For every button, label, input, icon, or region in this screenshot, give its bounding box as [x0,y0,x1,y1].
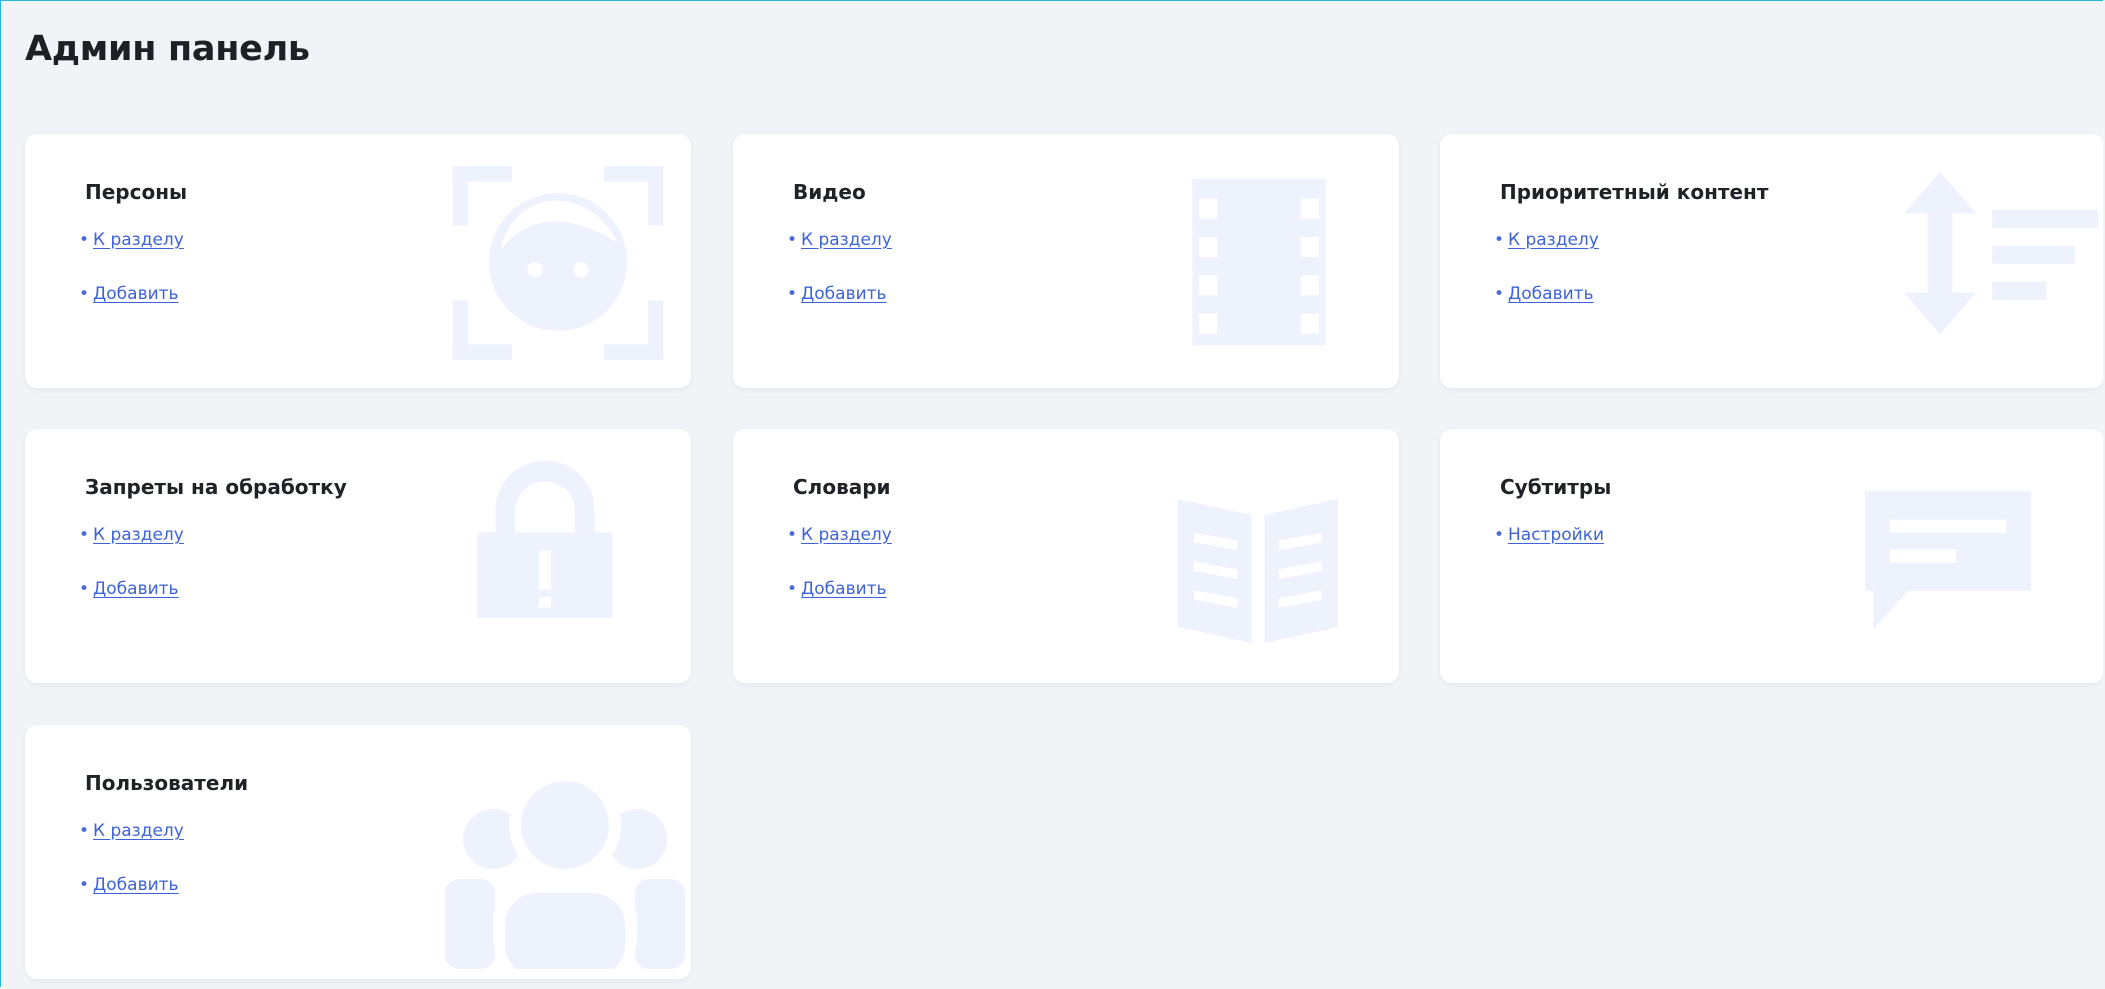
card-links: • К разделу • Добавить [79,525,184,633]
face-recognition-icon [452,166,664,360]
bullet: • [787,525,798,545]
bullet: • [1494,525,1505,545]
add-link[interactable]: Добавить [93,579,179,599]
add-link[interactable]: Добавить [93,875,179,895]
card-links: • К разделу • Добавить [79,821,184,929]
link-item: • Добавить [79,579,184,633]
bullet: • [79,284,90,304]
bullet: • [79,579,90,599]
card-links: • Настройки [1494,525,1604,579]
card-subtitles: Субтитры • Настройки [1440,429,2103,683]
go-to-section-link[interactable]: К разделу [93,821,184,841]
card-title: Пользователи [85,771,249,795]
card-links: • К разделу • Добавить [1494,230,1599,338]
card-title: Персоны [85,180,188,204]
card-links: • К разделу • Добавить [79,230,184,338]
card-links: • К разделу • Добавить [787,230,892,338]
link-item: • Добавить [787,284,892,338]
bullet: • [79,230,90,250]
settings-link[interactable]: Настройки [1508,525,1604,545]
card-dictionaries: Словари • К разделу • Добавить [733,429,1399,683]
open-book-icon [1178,499,1338,643]
go-to-section-link[interactable]: К разделу [93,230,184,250]
card-users: Пользователи • К разделу • Добавить [25,725,691,979]
bullet: • [787,284,798,304]
link-item: • Добавить [79,284,184,338]
go-to-section-link[interactable]: К разделу [93,525,184,545]
add-link[interactable]: Добавить [801,284,887,304]
card-processing-restrictions: Запреты на обработку • К разделу • Добавит… [25,429,691,683]
add-link[interactable]: Добавить [1508,284,1594,304]
link-item: • К разделу [787,230,892,284]
card-title: Приоритетный контент [1500,180,1769,204]
bullet: • [79,875,90,895]
card-title: Субтитры [1500,475,1612,499]
bullet: • [1494,284,1505,304]
add-link[interactable]: Добавить [93,284,179,304]
go-to-section-link[interactable]: К разделу [801,230,892,250]
bullet: • [79,525,90,545]
lock-icon [477,460,613,618]
card-persons: Персоны • К разделу • Добавить [25,134,691,388]
page-title: Админ панель [25,29,310,69]
link-item: • Добавить [79,875,184,929]
card-title: Словари [793,475,891,499]
card-priority-content: Приоритетный контент • К разделу • Добавит… [1440,134,2103,388]
subtitles-chat-icon [1865,491,2031,630]
link-item: • Добавить [787,579,892,633]
go-to-section-link[interactable]: К разделу [801,525,892,545]
link-item: • К разделу [79,525,184,579]
card-links: • К разделу • Добавить [787,525,892,633]
link-item: • Настройки [1494,525,1604,579]
film-strip-icon [1192,178,1326,346]
bullet: • [787,579,798,599]
card-title: Запреты на обработку [85,475,347,499]
sort-priority-icon [1904,172,2099,334]
users-icon [445,769,685,969]
link-item: • К разделу [79,821,184,875]
card-video: Видео • К разделу • Добавить [733,134,1399,388]
admin-panel-page: Админ панель Персоны • К разделу • Добав… [0,0,2103,987]
go-to-section-link[interactable]: К разделу [1508,230,1599,250]
card-title: Видео [793,180,866,204]
add-link[interactable]: Добавить [801,579,887,599]
bullet: • [79,821,90,841]
link-item: • Добавить [1494,284,1599,338]
bullet: • [787,230,798,250]
link-item: • К разделу [1494,230,1599,284]
bullet: • [1494,230,1505,250]
link-item: • К разделу [787,525,892,579]
link-item: • К разделу [79,230,184,284]
